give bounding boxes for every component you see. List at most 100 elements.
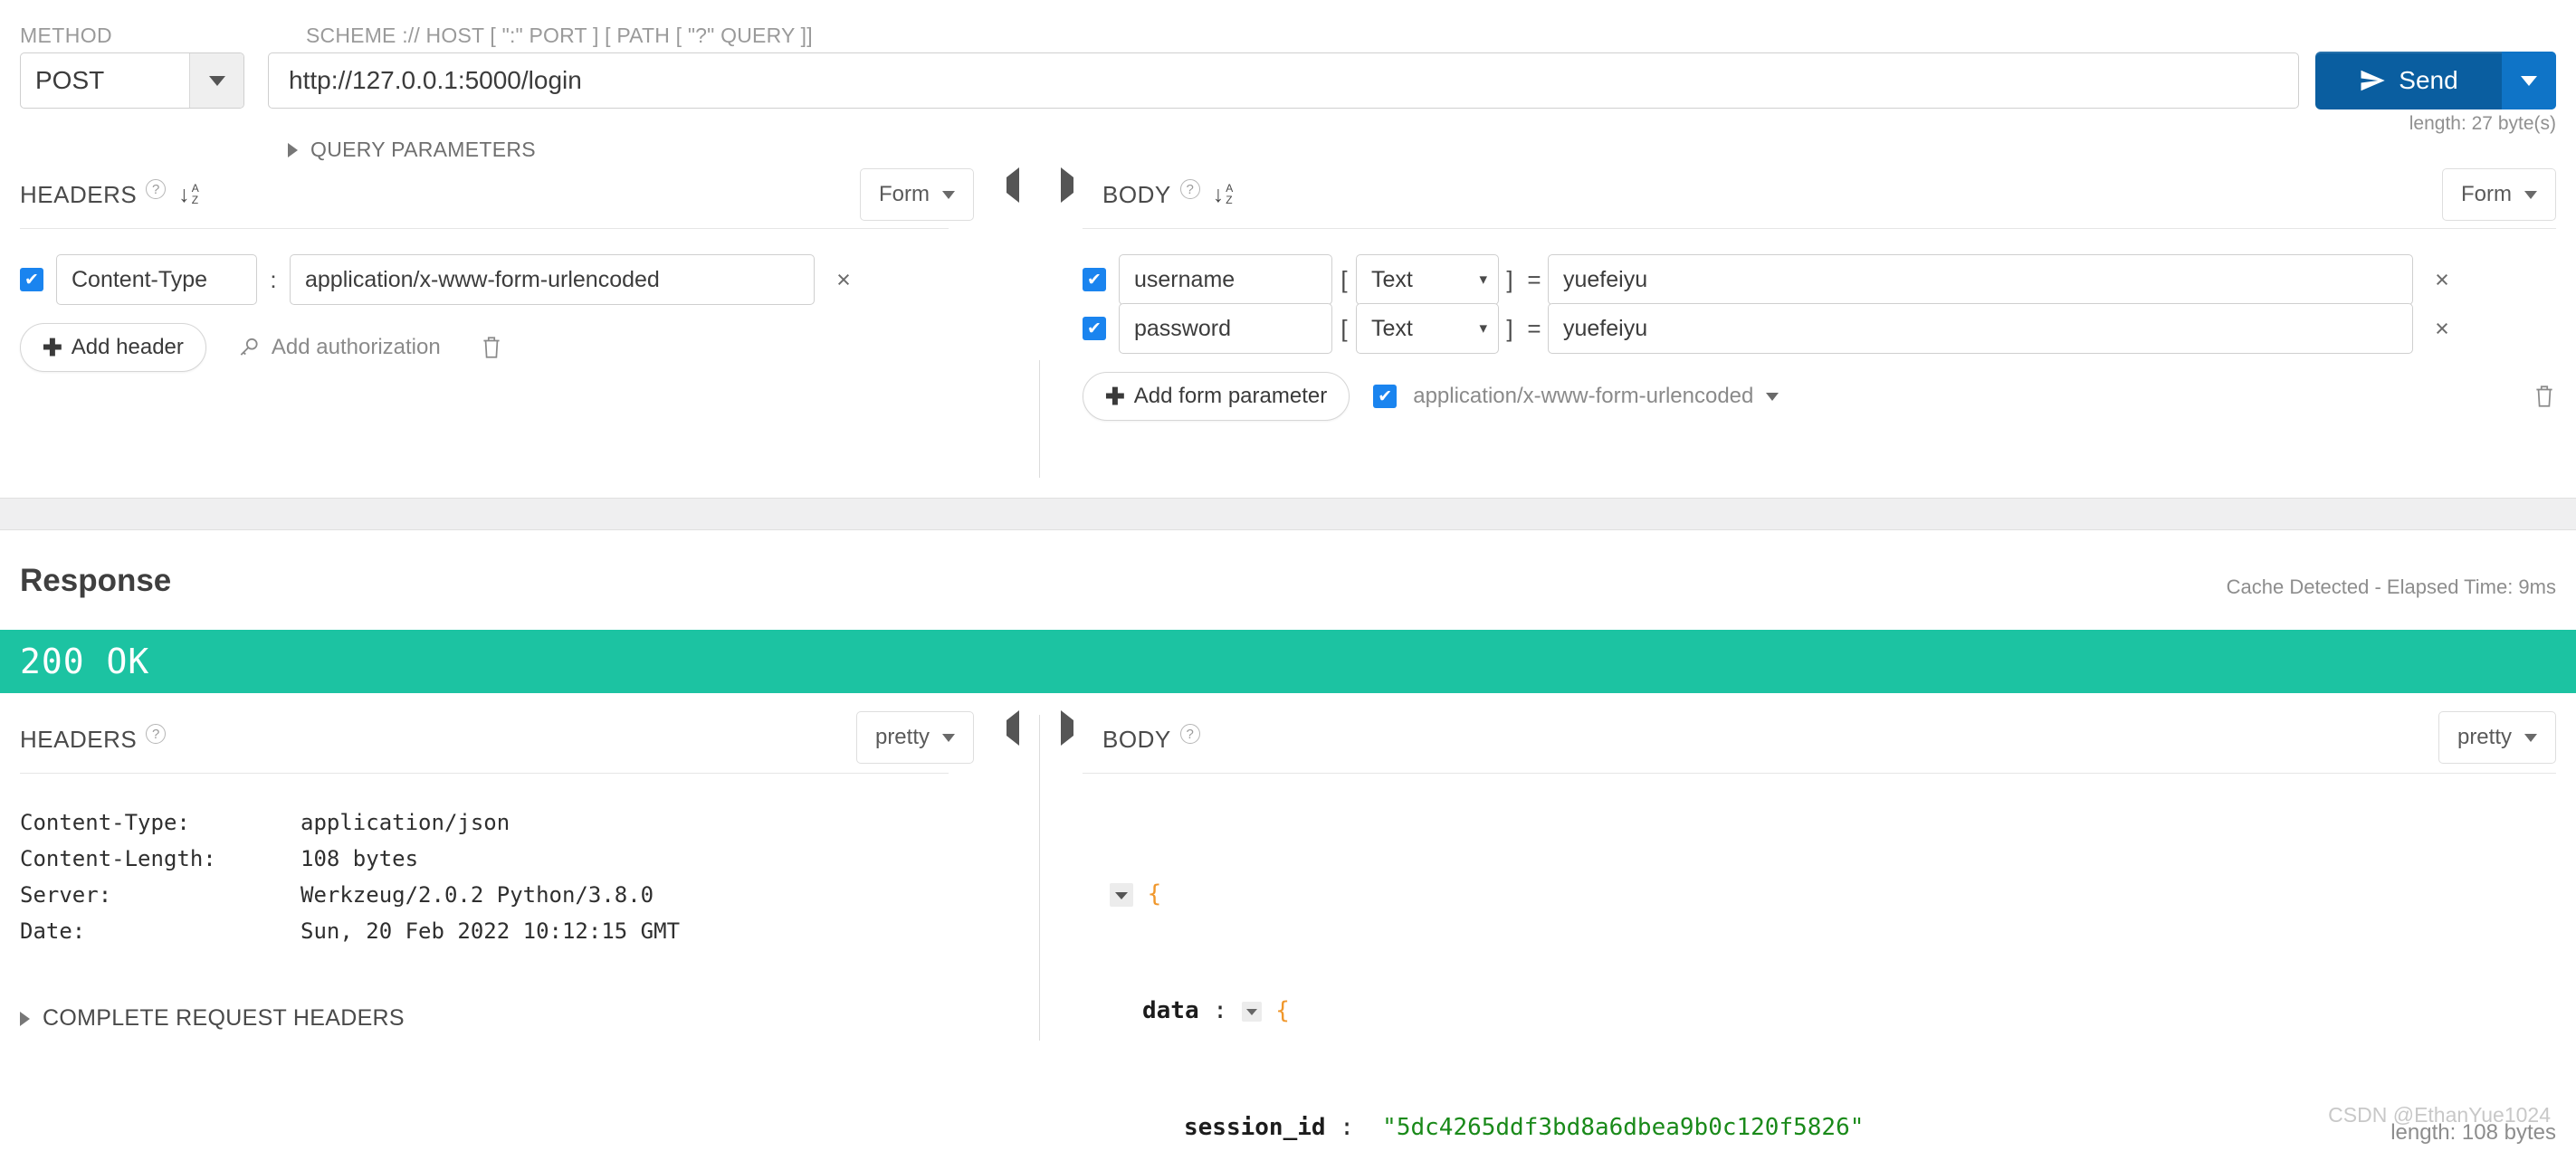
header-separator: : xyxy=(270,265,277,293)
response-body-length: length: 108 bytes xyxy=(2390,1120,2556,1145)
form-parameter-checkbox[interactable]: ✔ xyxy=(1083,268,1106,291)
chevron-down-icon xyxy=(2524,733,2537,742)
method-value: POST xyxy=(35,66,105,94)
caret-left-icon xyxy=(1007,710,1019,746)
response-header-key: Server: xyxy=(20,882,112,908)
response-status-text: 200 OK xyxy=(20,642,150,681)
bracket-close: ] xyxy=(1506,314,1513,342)
help-icon[interactable]: ? xyxy=(146,724,167,744)
form-parameter-checkbox[interactable]: ✔ xyxy=(1083,317,1106,340)
plus-icon: ✚ xyxy=(1105,382,1125,410)
encoding-checkbox[interactable]: ✔ xyxy=(1373,385,1398,408)
form-parameter-row: ✔ password [ Text ▾ ] = yuefeiyu × xyxy=(1083,300,2576,357)
equals-sign: = xyxy=(1527,265,1541,293)
send-options-button[interactable] xyxy=(2502,52,2556,109)
encoding-select[interactable]: application/x-www-form-urlencoded xyxy=(1413,384,1779,409)
form-parameter-type-value: Text xyxy=(1371,315,1413,341)
chevron-down-icon: ▾ xyxy=(1479,319,1487,337)
response-body-format-value: pretty xyxy=(2457,725,2512,749)
form-parameter-value-input[interactable]: yuefeiyu xyxy=(1548,254,2413,305)
add-form-parameter-button[interactable]: ✚ Add form parameter xyxy=(1083,372,1350,421)
complete-request-headers-toggle[interactable]: COMPLETE REQUEST HEADERS xyxy=(20,1005,1039,1032)
complete-request-headers-label: COMPLETE REQUEST HEADERS xyxy=(43,1005,405,1031)
collapse-headers-left-button[interactable] xyxy=(1007,167,1019,203)
remove-form-parameter-button[interactable]: × xyxy=(2413,315,2471,343)
url-format-label: SCHEME :// HOST [ ":" PORT ] [ PATH [ "?… xyxy=(306,24,813,47)
header-value-input[interactable]: application/x-www-form-urlencoded xyxy=(290,254,815,305)
request-headers-panel: HEADERS ? ↓ AZ Form ✔ Content-Type: app… xyxy=(0,161,1039,386)
help-icon[interactable]: ? xyxy=(1179,724,1200,744)
expand-body-right-button[interactable] xyxy=(1061,167,1073,203)
method-select[interactable]: POST xyxy=(20,52,244,109)
remove-form-parameter-button[interactable]: × xyxy=(2413,266,2471,294)
add-form-parameter-label: Add form parameter xyxy=(1133,384,1328,408)
response-headers-format-select[interactable]: pretty xyxy=(855,711,974,764)
response-body-panel: BODY ? pretty { data : { session_id : "5… xyxy=(1041,706,2576,1151)
form-parameter-type-select[interactable]: Text ▾ xyxy=(1356,303,1499,354)
form-parameter-name-input[interactable]: password xyxy=(1119,303,1332,354)
response-headers-title: HEADERS xyxy=(20,725,138,753)
caret-right-icon xyxy=(1061,167,1073,203)
add-header-button[interactable]: ✚ Add header xyxy=(20,323,206,372)
json-colon: : xyxy=(1340,1114,1354,1141)
json-viewer: { data : { session_id : "5dc4265ddf3bd8a… xyxy=(1041,774,2576,1151)
method-label: METHOD xyxy=(20,24,113,47)
delete-body-button[interactable] xyxy=(2533,384,2556,409)
json-key-data: data xyxy=(1142,997,1199,1024)
response-header-value: Werkzeug/2.0.2 Python/3.8.0 xyxy=(301,882,654,908)
chevron-down-icon xyxy=(208,75,225,86)
url-input[interactable]: http://127.0.0.1:5000/login xyxy=(268,52,2299,109)
add-header-label: Add header xyxy=(71,335,184,359)
collapse-response-headers-button[interactable] xyxy=(1007,710,1019,746)
request-headers-format-select[interactable]: Form xyxy=(860,168,974,221)
response-body-format-select[interactable]: pretty xyxy=(2438,711,2556,764)
send-button-main[interactable]: Send xyxy=(2315,52,2502,109)
request-body-format-value: Form xyxy=(2461,182,2512,206)
sort-az-icon[interactable]: ↓ AZ xyxy=(178,183,199,205)
caret-right-icon xyxy=(1061,710,1073,746)
add-authorization-button[interactable]: Add authorization xyxy=(237,335,441,360)
method-dropdown-button[interactable] xyxy=(189,53,243,108)
header-row-checkbox[interactable]: ✔ xyxy=(20,268,43,291)
header-name-input[interactable]: Content-Type xyxy=(56,254,257,305)
form-parameter-value-input[interactable]: yuefeiyu xyxy=(1548,303,2413,354)
request-body-title: BODY xyxy=(1102,180,1171,208)
bracket-close: ] xyxy=(1506,265,1513,293)
chevron-down-icon xyxy=(2524,190,2537,199)
form-parameter-value-text: yuefeiyu xyxy=(1563,266,1648,292)
request-length-note: length: 27 byte(s) xyxy=(2409,113,2556,134)
remove-header-button[interactable]: × xyxy=(815,266,873,294)
panel-divider xyxy=(1039,360,1040,478)
delete-headers-button[interactable] xyxy=(480,335,503,360)
section-separator xyxy=(0,498,2576,530)
help-icon[interactable]: ? xyxy=(146,179,167,199)
chevron-down-icon: ▾ xyxy=(1479,271,1487,288)
header-value-text: application/x-www-form-urlencoded xyxy=(305,266,660,292)
sort-arrow-icon: ↓ xyxy=(178,181,190,207)
sort-az-letters: AZ xyxy=(1226,182,1234,206)
sort-az-icon[interactable]: ↓ AZ xyxy=(1213,183,1234,205)
header-name-value: Content-Type xyxy=(72,266,208,292)
send-icon xyxy=(2359,67,2386,94)
form-parameter-value-text: yuefeiyu xyxy=(1563,315,1648,341)
json-line-root-open: { xyxy=(1110,875,2576,914)
form-parameter-type-select[interactable]: Text ▾ xyxy=(1356,254,1499,305)
request-body-panel: BODY ? ↓ AZ Form ✔ username [Text ▾] =… xyxy=(1041,161,2576,435)
request-body-format-select[interactable]: Form xyxy=(2442,168,2556,221)
help-icon[interactable]: ? xyxy=(1179,179,1200,199)
chevron-down-icon xyxy=(2521,75,2537,86)
response-header-line: Server: Werkzeug/2.0.2 Python/3.8.0 xyxy=(20,877,1039,913)
response-header-value: 108 bytes xyxy=(301,846,419,871)
json-colon: : xyxy=(1213,997,1227,1024)
bracket-open: [ xyxy=(1340,314,1348,342)
form-parameter-name-input[interactable]: username xyxy=(1119,254,1332,305)
body-actions-row: ✚ Add form parameter ✔ application/x-www… xyxy=(1083,357,2576,435)
response-header-key: Content-Type: xyxy=(20,810,190,835)
collapse-root-toggle[interactable] xyxy=(1110,882,1133,907)
chevron-down-icon xyxy=(1766,392,1779,401)
chevron-down-icon xyxy=(942,733,955,742)
expand-response-body-button[interactable] xyxy=(1061,710,1073,746)
collapse-data-toggle[interactable] xyxy=(1241,1001,1262,1022)
url-value: http://127.0.0.1:5000/login xyxy=(289,66,582,94)
send-button[interactable]: Send xyxy=(2315,52,2556,109)
